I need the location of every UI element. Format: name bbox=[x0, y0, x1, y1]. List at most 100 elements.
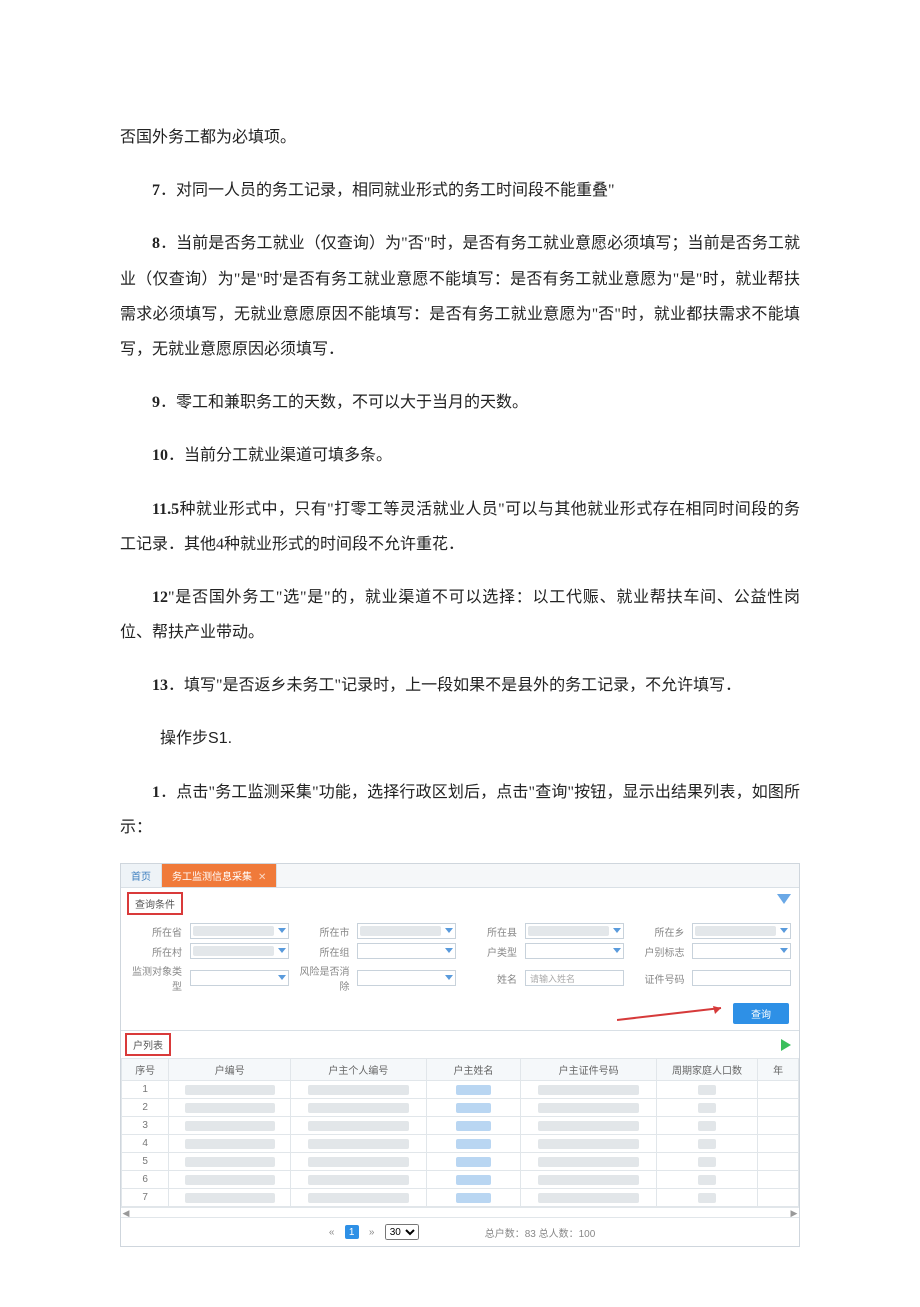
table-row[interactable]: 6 bbox=[122, 1171, 799, 1189]
cell bbox=[656, 1189, 758, 1207]
filter-label: 风险是否消除 bbox=[297, 963, 350, 993]
id-input[interactable] bbox=[692, 970, 791, 986]
para-13: 13．填写"是否返乡未务工"记录时，上一段如果不是县外的务工记录，不允许填写． bbox=[120, 668, 800, 703]
text: ．零工和兼职务工的天数，不可以大于当月的天数。 bbox=[160, 394, 528, 411]
num: 12 bbox=[152, 589, 168, 606]
cell bbox=[758, 1189, 799, 1207]
col-head-id[interactable]: 户主证件号码 bbox=[521, 1059, 656, 1081]
monitor-type-select[interactable] bbox=[190, 970, 289, 986]
cell bbox=[758, 1117, 799, 1135]
town-select[interactable] bbox=[692, 923, 791, 939]
table-row[interactable]: 3 bbox=[122, 1117, 799, 1135]
cell bbox=[656, 1171, 758, 1189]
table-row[interactable]: 5 bbox=[122, 1153, 799, 1171]
chevron-down-icon bbox=[613, 948, 621, 953]
step-1: 1．点击"务工监测采集"功能，选择行政区划后，点击"查询"按钮，显示出结果列表，… bbox=[120, 775, 800, 845]
expand-icon[interactable] bbox=[781, 1039, 791, 1051]
cell bbox=[758, 1135, 799, 1153]
cell bbox=[521, 1135, 656, 1153]
page-first-button[interactable]: « bbox=[325, 1225, 339, 1239]
filter-label: 所在组 bbox=[297, 944, 350, 959]
cell bbox=[169, 1153, 291, 1171]
filter-label: 所在县 bbox=[464, 924, 517, 939]
county-select[interactable] bbox=[525, 923, 624, 939]
page-size-select[interactable]: 30 bbox=[385, 1224, 419, 1240]
chevron-down-icon bbox=[278, 975, 286, 980]
name-input[interactable]: 请输入姓名 bbox=[525, 970, 624, 986]
cell bbox=[169, 1081, 291, 1099]
city-select[interactable] bbox=[357, 923, 456, 939]
col-house-no[interactable]: 户编号 bbox=[169, 1059, 291, 1081]
scroll-right-icon[interactable]: ▶ bbox=[789, 1209, 799, 1217]
text: ．当前是否务工就业（仅查询）为"否"时，是否有务工就业意愿必须填写；当前是否务工… bbox=[120, 235, 800, 358]
text: ．填写"是否返乡未务工"记录时，上一段如果不是县外的务工记录，不允许填写． bbox=[168, 677, 741, 694]
text: ．对同一人员的务工记录，相同就业形式的务工时间段不能重叠" bbox=[160, 182, 615, 199]
cell-seq: 6 bbox=[122, 1171, 169, 1189]
filter-label: 户别标志 bbox=[632, 944, 685, 959]
group-select[interactable] bbox=[357, 943, 456, 959]
cell bbox=[521, 1171, 656, 1189]
text: 操作步 bbox=[160, 730, 208, 747]
text: 种就业形式中，只有"打零工等灵活就业人员"可以与其他就业形式存在相同时间段的务工… bbox=[120, 501, 800, 553]
num: 8 bbox=[152, 235, 160, 252]
province-select[interactable] bbox=[190, 923, 289, 939]
col-head-name[interactable]: 户主姓名 bbox=[426, 1059, 521, 1081]
cell bbox=[426, 1153, 521, 1171]
filter-label: 户类型 bbox=[464, 944, 517, 959]
tab-active[interactable]: 务工监测信息采集✕ bbox=[162, 864, 277, 887]
chevron-down-icon bbox=[278, 928, 286, 933]
horizontal-scrollbar[interactable]: ◀ ▶ bbox=[121, 1207, 799, 1217]
para-7: 7．对同一人员的务工记录，相同就业形式的务工时间段不能重叠" bbox=[120, 173, 800, 208]
house-flag-select[interactable] bbox=[692, 943, 791, 959]
cell bbox=[758, 1171, 799, 1189]
cell bbox=[656, 1081, 758, 1099]
cell bbox=[521, 1117, 656, 1135]
scroll-left-icon[interactable]: ◀ bbox=[121, 1209, 131, 1217]
risk-cleared-select[interactable] bbox=[357, 970, 456, 986]
text: ．点击"务工监测采集"功能，选择行政区划后，点击"查询"按钮，显示出结果列表，如… bbox=[120, 784, 800, 836]
num: 13 bbox=[152, 677, 168, 694]
chevron-down-icon bbox=[445, 948, 453, 953]
table-row[interactable]: 2 bbox=[122, 1099, 799, 1117]
para-12: 12"是否国外务工"选"是"的，就业渠道不可以选择：以工代赈、就业帮扶车间、公益… bbox=[120, 580, 800, 650]
chevron-down-icon bbox=[445, 928, 453, 933]
page-next-button[interactable]: » bbox=[365, 1225, 379, 1239]
search-button[interactable]: 查询 bbox=[733, 1003, 789, 1024]
cell-seq: 2 bbox=[122, 1099, 169, 1117]
step-title: 操作步S1. bbox=[120, 721, 800, 756]
house-type-select[interactable] bbox=[525, 943, 624, 959]
text: ．当前分工就业渠道可填多条。 bbox=[168, 447, 392, 464]
query-panel-label: 查询条件 bbox=[127, 892, 183, 915]
collapse-icon[interactable] bbox=[777, 894, 791, 904]
text: S1. bbox=[208, 730, 232, 747]
col-year[interactable]: 年 bbox=[758, 1059, 799, 1081]
col-family-size[interactable]: 周期家庭人口数 bbox=[656, 1059, 758, 1081]
para-8: 8．当前是否务工就业（仅查询）为"否"时，是否有务工就业意愿必须填写；当前是否务… bbox=[120, 226, 800, 367]
close-icon[interactable]: ✕ bbox=[258, 872, 266, 883]
col-person-no[interactable]: 户主个人编号 bbox=[291, 1059, 426, 1081]
cell bbox=[426, 1171, 521, 1189]
table-row[interactable]: 7 bbox=[122, 1189, 799, 1207]
cell bbox=[169, 1171, 291, 1189]
table-row[interactable]: 1 bbox=[122, 1081, 799, 1099]
page-current[interactable]: 1 bbox=[345, 1225, 359, 1239]
para-intro: 否国外务工都为必填项。 bbox=[120, 120, 800, 155]
village-select[interactable] bbox=[190, 943, 289, 959]
house-list-tab[interactable]: 户列表 bbox=[125, 1033, 171, 1056]
tab-bar: 首页 务工监测信息采集✕ bbox=[121, 864, 799, 888]
cell-seq: 1 bbox=[122, 1081, 169, 1099]
chevron-down-icon bbox=[780, 948, 788, 953]
cell bbox=[291, 1099, 426, 1117]
cell bbox=[521, 1189, 656, 1207]
chevron-down-icon bbox=[278, 948, 286, 953]
cell bbox=[426, 1117, 521, 1135]
tab-home[interactable]: 首页 bbox=[121, 864, 162, 887]
cell bbox=[426, 1135, 521, 1153]
col-seq[interactable]: 序号 bbox=[122, 1059, 169, 1081]
cell bbox=[291, 1081, 426, 1099]
cell bbox=[426, 1099, 521, 1117]
cell bbox=[656, 1153, 758, 1171]
cell bbox=[656, 1099, 758, 1117]
num: 1 bbox=[152, 784, 160, 801]
table-row[interactable]: 4 bbox=[122, 1135, 799, 1153]
